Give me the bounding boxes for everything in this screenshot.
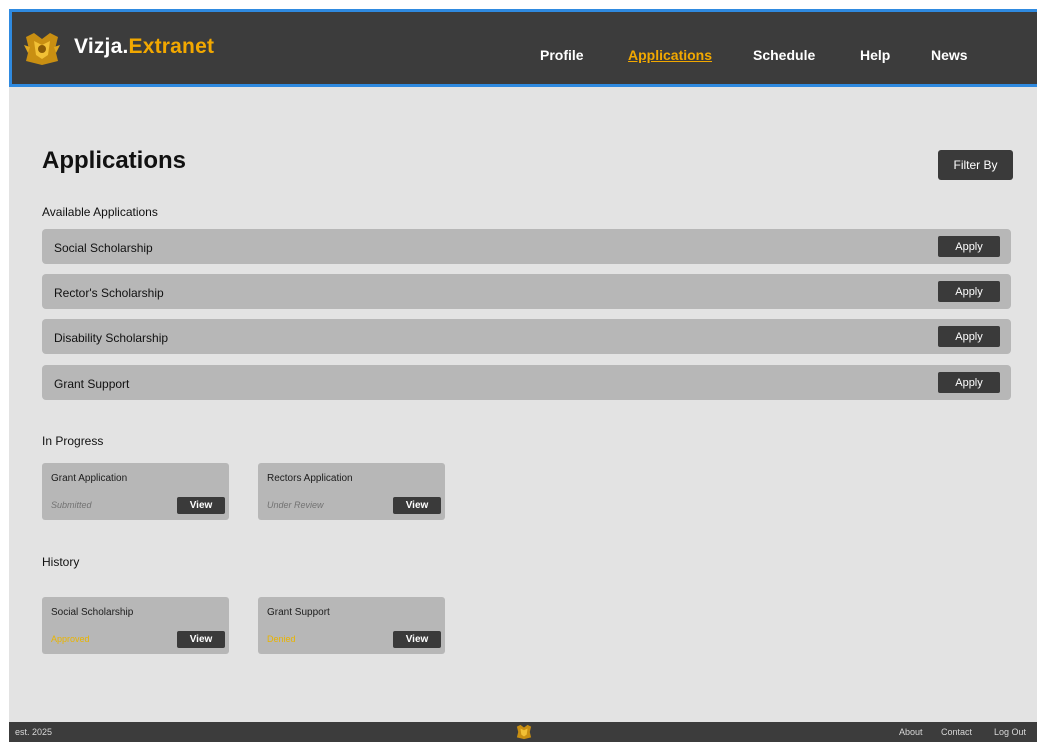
- page-title: Applications: [42, 147, 187, 174]
- application-name: Grant Support: [54, 377, 130, 391]
- nav-news[interactable]: News: [931, 47, 968, 63]
- available-application-row: Disability Scholarship Apply: [42, 319, 1011, 354]
- in-progress-label: In Progress: [42, 434, 104, 448]
- nav-help[interactable]: Help: [860, 47, 890, 63]
- crest-logo-icon[interactable]: [22, 31, 62, 67]
- card-title: Grant Support: [267, 607, 330, 618]
- footer-link-logout[interactable]: Log Out: [994, 727, 1026, 737]
- history-label: History: [42, 555, 80, 569]
- card-status: Approved: [51, 634, 90, 644]
- application-name: Rector's Scholarship: [54, 286, 164, 300]
- brand-accent-text: Extranet: [128, 35, 215, 58]
- view-button[interactable]: View: [177, 631, 225, 648]
- footer: est. 2025 About Contact Log Out: [9, 722, 1037, 742]
- card-title: Social Scholarship: [51, 607, 134, 618]
- view-button[interactable]: View: [177, 497, 225, 514]
- card-title: Rectors Application: [267, 473, 353, 484]
- history-card: Grant Support Denied View: [258, 597, 445, 654]
- apply-button[interactable]: Apply: [938, 372, 1000, 393]
- card-status: Denied: [267, 634, 296, 644]
- top-navigation-bar: Vizja.Extranet Profile Applications Sche…: [9, 9, 1037, 87]
- brand-title[interactable]: Vizja.Extranet: [74, 35, 214, 59]
- available-application-row: Grant Support Apply: [42, 365, 1011, 400]
- card-status: Under Review: [267, 500, 324, 510]
- filter-by-button[interactable]: Filter By: [938, 150, 1013, 180]
- in-progress-card: Grant Application Submitted View: [42, 463, 229, 520]
- nav-schedule[interactable]: Schedule: [753, 47, 815, 63]
- available-application-row: Social Scholarship Apply: [42, 229, 1011, 264]
- application-name: Social Scholarship: [54, 241, 153, 255]
- nav-applications[interactable]: Applications: [628, 47, 712, 63]
- apply-button[interactable]: Apply: [938, 326, 1000, 347]
- crest-logo-icon: [516, 724, 532, 740]
- apply-button[interactable]: Apply: [938, 281, 1000, 302]
- footer-link-about[interactable]: About: [899, 727, 923, 737]
- established-text: est. 2025: [15, 727, 53, 737]
- available-application-row: Rector's Scholarship Apply: [42, 274, 1011, 309]
- in-progress-card: Rectors Application Under Review View: [258, 463, 445, 520]
- app-frame: Vizja.Extranet Profile Applications Sche…: [9, 9, 1037, 742]
- apply-button[interactable]: Apply: [938, 236, 1000, 257]
- brand-main-text: Vizja.: [74, 35, 129, 58]
- view-button[interactable]: View: [393, 497, 441, 514]
- card-status: Submitted: [51, 500, 92, 510]
- available-applications-label: Available Applications: [42, 205, 158, 219]
- footer-link-contact[interactable]: Contact: [941, 727, 972, 737]
- nav-profile[interactable]: Profile: [540, 47, 584, 63]
- view-button[interactable]: View: [393, 631, 441, 648]
- history-card: Social Scholarship Approved View: [42, 597, 229, 654]
- application-name: Disability Scholarship: [54, 331, 169, 345]
- card-title: Grant Application: [51, 473, 128, 484]
